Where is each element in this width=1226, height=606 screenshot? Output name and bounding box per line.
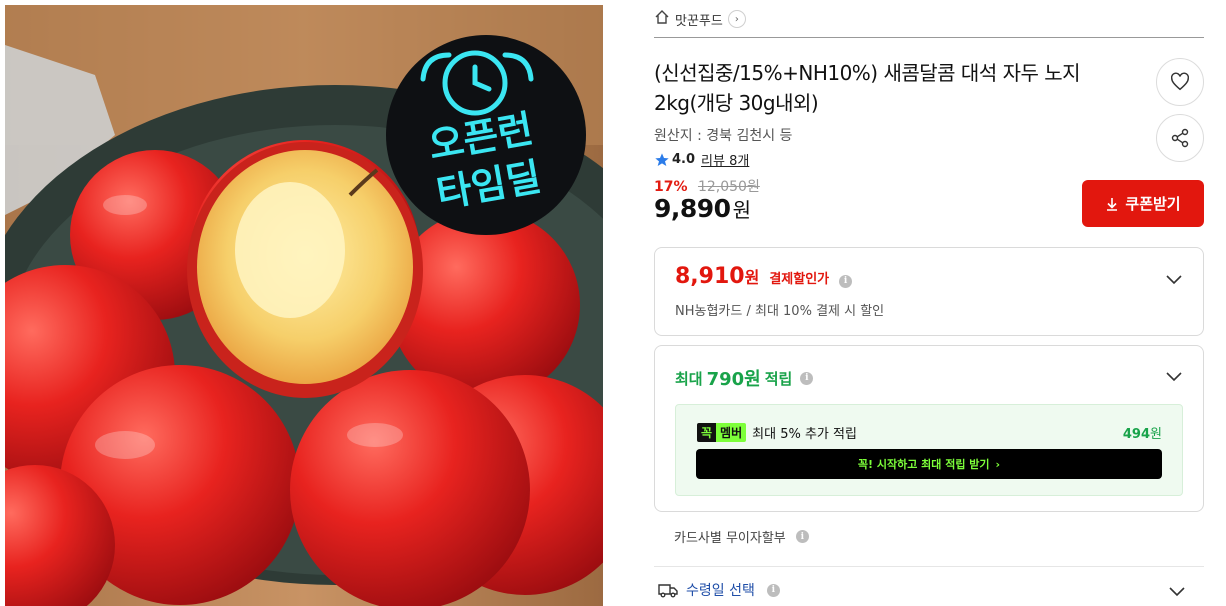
points-suffix: 적립 bbox=[764, 369, 793, 388]
member-signup-button[interactable]: 꼭! 시작하고 최대 적립 받기 › bbox=[696, 449, 1162, 479]
sale-price-value: 9,890 bbox=[654, 194, 731, 223]
chevron-down-icon[interactable] bbox=[1168, 582, 1186, 600]
star-icon bbox=[655, 152, 669, 166]
info-icon[interactable]: i bbox=[800, 371, 814, 385]
divider bbox=[654, 566, 1204, 567]
wishlist-button[interactable] bbox=[1156, 58, 1204, 106]
member-points-amount: 494원 bbox=[1123, 423, 1162, 442]
share-icon bbox=[1171, 128, 1189, 148]
sale-price-unit: 원 bbox=[732, 198, 751, 222]
info-icon[interactable]: i bbox=[839, 274, 853, 288]
breadcrumb: 맛꾼푸드 › bbox=[654, 8, 746, 30]
original-price: 12,050원 bbox=[697, 179, 760, 195]
member-points-unit: 원 bbox=[1150, 427, 1162, 442]
review-link[interactable]: 리뷰 8개 bbox=[701, 150, 749, 169]
truck-icon bbox=[658, 584, 678, 598]
points-box: 최대 790원 적립 i 꼭 멤버 최대 5% 추가 적립 494원 꼭! 시작하… bbox=[654, 345, 1204, 512]
member-text: 최대 5% 추가 적립 bbox=[752, 427, 857, 442]
rating: 4.0 리뷰 8개 bbox=[654, 150, 749, 169]
card-discount-label: 결제할인가 bbox=[769, 272, 830, 287]
member-badge-kkok: 꼭 bbox=[697, 423, 717, 442]
member-badge-member: 멤버 bbox=[716, 423, 747, 442]
heart-icon bbox=[1170, 72, 1190, 91]
chevron-right-icon: › bbox=[995, 457, 1001, 471]
delivery-date-selector[interactable]: 수령일 선택 i bbox=[658, 580, 780, 600]
chevron-down-icon[interactable] bbox=[1165, 367, 1183, 385]
discount-rate: 17% bbox=[654, 179, 688, 195]
coupon-button[interactable]: 쿠폰받기 bbox=[1082, 180, 1204, 227]
member-signup-label: 꼭! 시작하고 최대 적립 받기 bbox=[857, 458, 990, 471]
info-icon[interactable]: i bbox=[795, 530, 809, 543]
member-points-panel: 꼭 멤버 최대 5% 추가 적립 494원 꼭! 시작하고 최대 적립 받기 › bbox=[675, 404, 1183, 496]
card-discount-description: NH농협카드 / 최대 10% 결제 시 할인 bbox=[675, 304, 885, 319]
installment-label: 카드사별 무이자할부 bbox=[674, 531, 786, 546]
delivery-label: 수령일 선택 bbox=[686, 583, 755, 599]
price-original-row: 17% 12,050원 bbox=[654, 176, 760, 196]
store-name[interactable]: 맛꾼푸드 bbox=[675, 10, 723, 29]
points-amount: 790원 bbox=[706, 369, 761, 390]
member-points-value: 494 bbox=[1122, 427, 1151, 442]
chevron-down-icon[interactable] bbox=[1165, 270, 1183, 288]
coupon-button-label: 쿠폰받기 bbox=[1125, 195, 1181, 213]
chevron-right-icon[interactable]: › bbox=[727, 10, 746, 28]
card-discount-price: 8,910원 결제할인가 i bbox=[675, 264, 853, 289]
rating-score: 4.0 bbox=[672, 152, 696, 167]
points-header: 최대 790원 적립 i bbox=[675, 365, 814, 391]
info-icon[interactable]: i bbox=[766, 583, 780, 597]
card-discount-unit: 원 bbox=[744, 268, 760, 287]
origin-info: 원산지 : 경북 김천시 등 bbox=[654, 128, 793, 144]
share-button[interactable] bbox=[1156, 114, 1204, 162]
download-icon bbox=[1107, 197, 1118, 211]
plum-photo: 오픈런 타임딜 bbox=[5, 5, 603, 606]
installment-info: 카드사별 무이자할부 i bbox=[674, 527, 809, 546]
card-discount-box[interactable]: 8,910원 결제할인가 i NH농협카드 / 최대 10% 결제 시 할인 bbox=[654, 247, 1204, 336]
card-discount-value: 8,910 bbox=[675, 264, 745, 289]
product-image: 오픈런 타임딜 bbox=[5, 5, 603, 606]
product-info-panel: 맛꾼푸드 › (신선집중/15%+NH10%) 새콤달콤 대석 자두 노지 2k… bbox=[654, 0, 1206, 606]
points-prefix: 최대 bbox=[675, 369, 703, 388]
member-row: 꼭 멤버 최대 5% 추가 적립 bbox=[697, 423, 857, 442]
product-title: (신선집중/15%+NH10%) 새콤달콤 대석 자두 노지 2kg(개당 30… bbox=[654, 61, 1081, 115]
home-icon[interactable] bbox=[654, 9, 670, 29]
sale-price: 9,890 원 bbox=[654, 194, 751, 223]
divider bbox=[654, 37, 1204, 38]
